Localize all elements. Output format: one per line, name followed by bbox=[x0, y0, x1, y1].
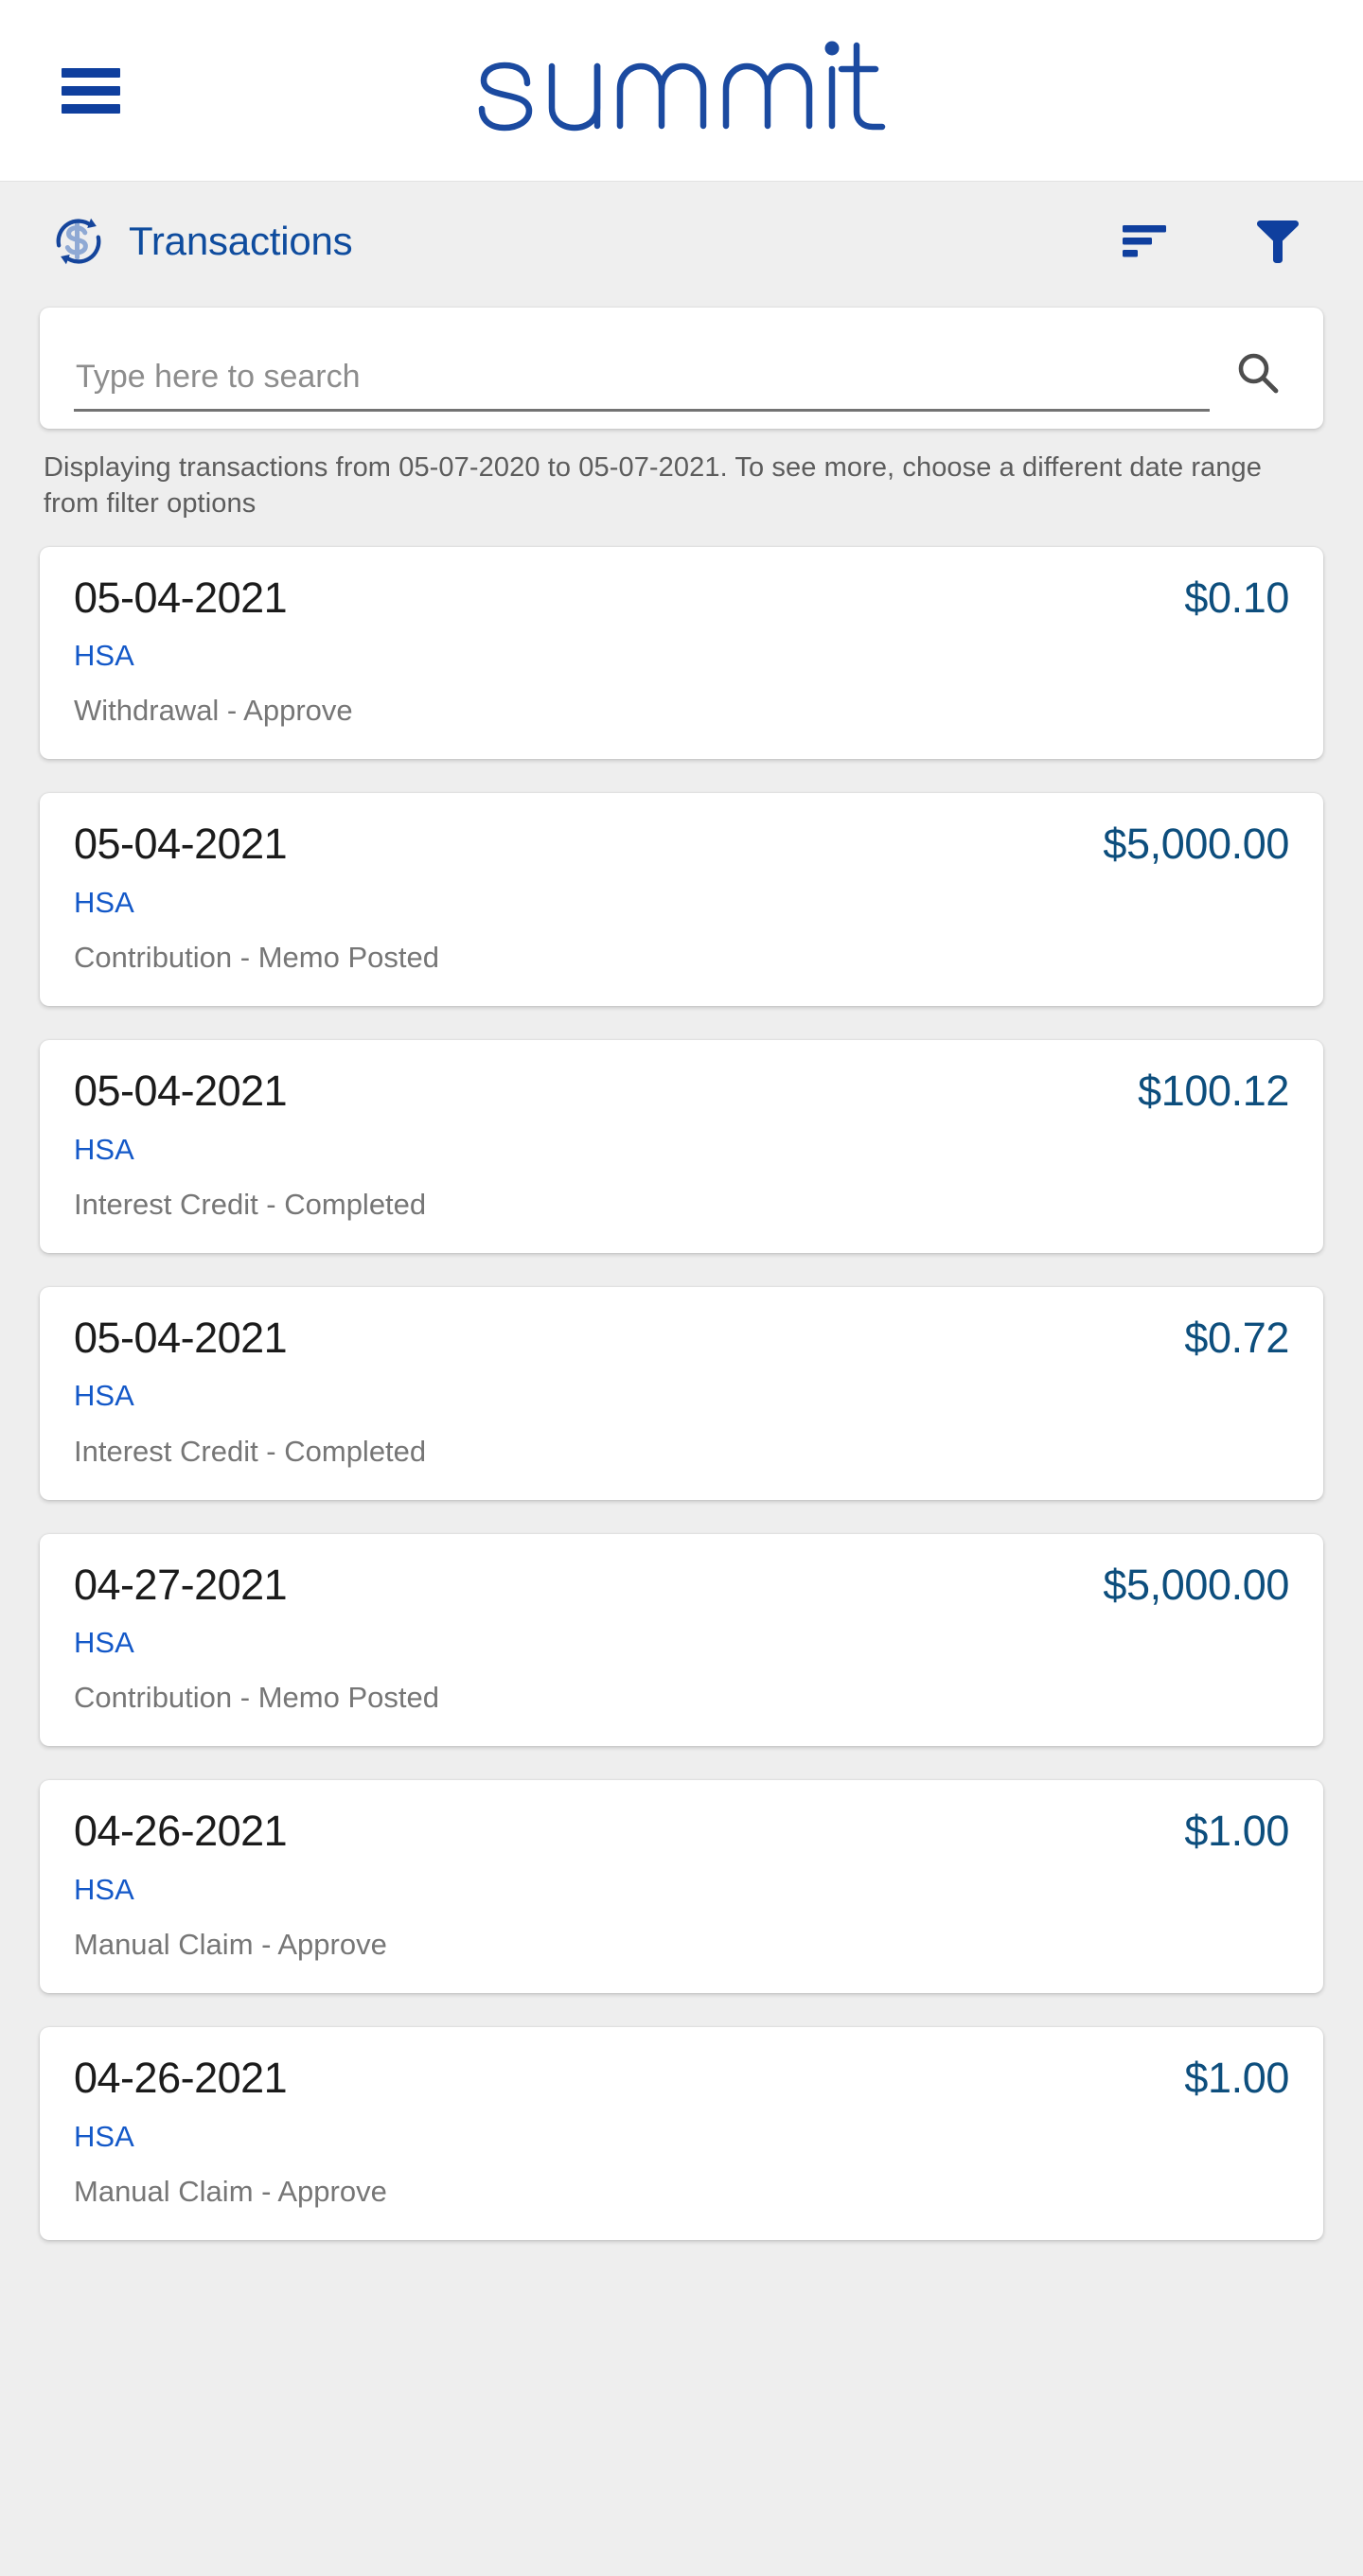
transaction-list: 05-04-2021 $0.10 HSA Withdrawal - Approve 05… bbox=[0, 522, 1363, 2576]
transaction-date: 05-04-2021 bbox=[74, 1313, 288, 1362]
transaction-amount: $5,000.00 bbox=[1103, 1560, 1289, 1609]
filter-funnel-icon bbox=[1257, 220, 1299, 263]
sort-button[interactable] bbox=[1121, 221, 1172, 262]
transaction-card[interactable]: 04-26-2021 $1.00 HSA Manual Claim - Approve bbox=[40, 2027, 1323, 2240]
search-button[interactable] bbox=[1210, 349, 1289, 412]
transaction-account-link[interactable]: HSA bbox=[74, 640, 134, 672]
transaction-card[interactable]: 05-04-2021 $100.12 HSA Interest Credit - Co… bbox=[40, 1040, 1323, 1253]
page-header-actions bbox=[1121, 217, 1318, 266]
transaction-description: Interest Credit - Completed bbox=[74, 1187, 427, 1221]
transaction-account-link[interactable]: HSA bbox=[74, 1627, 134, 1659]
transaction-description: Contribution - Memo Posted bbox=[74, 941, 439, 974]
transaction-card-header: 05-04-2021 $5,000.00 bbox=[74, 821, 1289, 868]
transactions-screen: Transactions Type here to search Display… bbox=[0, 0, 1363, 2576]
transaction-card-header: 05-04-2021 $0.72 bbox=[74, 1313, 1289, 1362]
search-icon bbox=[1238, 353, 1279, 394]
search-input[interactable] bbox=[74, 359, 1210, 412]
transaction-description: Manual Claim - Approve bbox=[74, 2174, 387, 2208]
transaction-card-header: 05-04-2021 $100.12 bbox=[74, 1067, 1289, 1116]
date-range-note: Displaying transactions from 05-07-2020 … bbox=[44, 452, 1263, 520]
transaction-card[interactable]: 05-04-2021 $5,000.00 HSA Contribution - Mem… bbox=[40, 793, 1323, 1007]
transaction-card[interactable]: 05-04-2021 $0.10 HSA Withdrawal - Approve bbox=[40, 546, 1323, 760]
brand-logo[interactable] bbox=[459, 34, 904, 148]
transaction-amount: $100.12 bbox=[1138, 1067, 1289, 1116]
hamburger-bar bbox=[62, 85, 120, 96]
page-header-bar: Transactions bbox=[0, 182, 1363, 300]
transaction-date: 04-26-2021 bbox=[74, 2054, 288, 2103]
hamburger-bar bbox=[62, 67, 120, 78]
transaction-description: Interest Credit - Completed bbox=[74, 1434, 427, 1468]
transaction-account-link[interactable]: HSA bbox=[74, 1380, 134, 1412]
transaction-account-link[interactable]: HSA bbox=[74, 1133, 134, 1166]
hamburger-menu-icon[interactable] bbox=[62, 67, 120, 114]
transaction-description: Withdrawal - Approve bbox=[74, 694, 353, 728]
transaction-amount: $0.72 bbox=[1184, 1313, 1289, 1362]
transaction-account-link[interactable]: HSA bbox=[74, 2120, 134, 2153]
transaction-card-header: 04-27-2021 $5,000.00 bbox=[74, 1560, 1289, 1609]
transaction-date: 05-04-2021 bbox=[74, 820, 288, 869]
transaction-account-link[interactable]: HSA bbox=[74, 886, 134, 919]
transaction-amount: $5,000.00 bbox=[1103, 820, 1289, 869]
transaction-amount: $0.10 bbox=[1184, 573, 1289, 622]
transaction-card-header: 04-26-2021 $1.00 bbox=[74, 2056, 1289, 2102]
transaction-description: Manual Claim - Approve bbox=[74, 1928, 387, 1962]
search-card bbox=[40, 308, 1323, 429]
transaction-card[interactable]: 04-26-2021 $1.00 HSA Manual Claim - Approve bbox=[40, 1780, 1323, 1994]
search-section bbox=[0, 308, 1363, 429]
hamburger-bar bbox=[62, 103, 120, 114]
transaction-date: 04-26-2021 bbox=[74, 1807, 288, 1856]
app-topbar bbox=[0, 0, 1363, 182]
filter-button[interactable] bbox=[1253, 217, 1302, 266]
transaction-date: 04-27-2021 bbox=[74, 1560, 288, 1609]
transaction-amount: $1.00 bbox=[1184, 2054, 1289, 2103]
transaction-card[interactable]: 05-04-2021 $0.72 HSA Interest Credit - Comp… bbox=[40, 1286, 1323, 1500]
transaction-card-header: 05-04-2021 $0.10 bbox=[74, 573, 1289, 622]
transaction-date: 05-04-2021 bbox=[74, 573, 288, 622]
transaction-description: Contribution - Memo Posted bbox=[74, 1681, 439, 1715]
sort-icon bbox=[1123, 224, 1166, 256]
page-title: Transactions bbox=[129, 218, 353, 263]
transaction-date: 05-04-2021 bbox=[74, 1067, 288, 1116]
transaction-card-header: 04-26-2021 $1.00 bbox=[74, 1808, 1289, 1855]
transaction-amount: $1.00 bbox=[1184, 1807, 1289, 1856]
page-header-left: Transactions bbox=[49, 212, 353, 271]
transaction-card[interactable]: 04-27-2021 $5,000.00 HSA Contribution - Mem… bbox=[40, 1533, 1323, 1747]
transactions-cycle-dollar-icon bbox=[56, 218, 101, 264]
transaction-account-link[interactable]: HSA bbox=[74, 1873, 134, 1906]
